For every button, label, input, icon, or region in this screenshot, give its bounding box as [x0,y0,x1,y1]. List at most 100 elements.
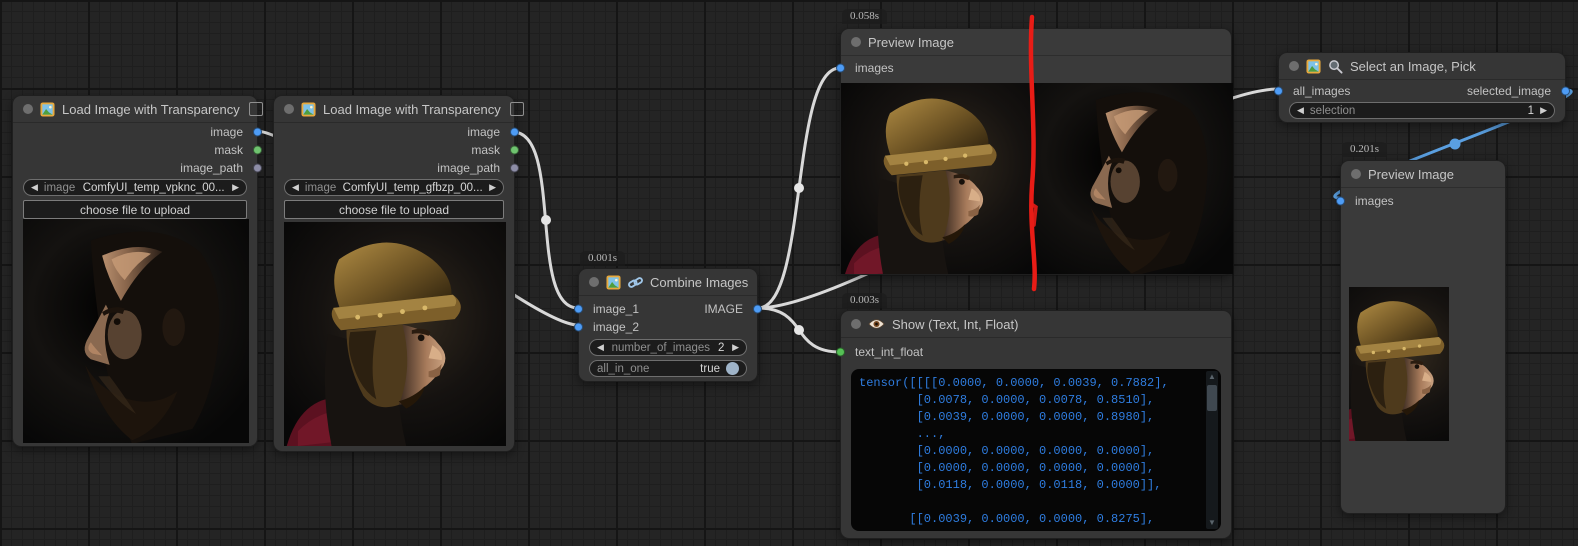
scrollbar-thumb[interactable] [1207,385,1217,411]
output-label: selected_image [1467,84,1565,98]
combo-value: ComfyUI_temp_gfbzp_00... [342,182,483,194]
output-port-selected-image[interactable] [1561,87,1570,96]
node-title: Preview Image [1368,167,1454,182]
soldier-portrait [841,83,1037,274]
wire-load2-image-to-combine-image1[interactable] [513,132,578,308]
combo-prev-icon[interactable]: ◀ [292,183,299,192]
widget-label: number_of_images [612,342,710,354]
node-preview-image-right[interactable]: Preview Image images [1340,160,1506,514]
output-label: image [210,125,257,139]
output-port-image-path[interactable] [253,164,262,173]
input-row-text-int-float: text_int_float [841,343,1231,361]
picture-icon [606,275,621,290]
collapse-dot[interactable] [1351,169,1361,179]
output-port-image[interactable] [253,128,262,137]
loaded-image-preview-1 [23,219,249,443]
choose-file-button[interactable]: choose file to upload [23,200,247,219]
node-load-image-2-header[interactable]: Load Image with Transparency [274,96,514,123]
output-port-image[interactable] [510,128,519,137]
combo-next-icon[interactable]: ▶ [232,183,239,192]
node-preview-image-top[interactable]: Preview Image images [840,28,1232,275]
port-row-1: image_1 IMAGE [579,300,757,318]
output-row-image: image [274,123,514,141]
stepper-prev-icon[interactable]: ◀ [597,343,604,352]
wire-combine-to-show-input[interactable] [758,308,840,352]
node-combine-images[interactable]: Combine Images image_1 IMAGE image_2 ◀ n… [578,268,758,382]
eye-icon [868,318,885,330]
title-checkbox[interactable] [249,102,263,116]
stepper-next-icon[interactable]: ▶ [732,343,739,352]
input-port-image1[interactable] [574,305,583,314]
node-load-image-2[interactable]: Load Image with Transparency image mask … [273,95,515,452]
collapse-dot[interactable] [284,104,294,114]
node-select-header[interactable]: Select an Image, Pick [1279,53,1565,80]
combo-label: image [305,182,336,194]
collapse-dot[interactable] [851,319,861,329]
node-preview-top-header[interactable]: Preview Image [841,29,1231,56]
node-combine-header[interactable]: Combine Images [579,269,757,296]
collapse-dot[interactable] [1289,61,1299,71]
node-title: Load Image with Transparency [323,102,501,117]
tensor-text: tensor([[[[0.0000, 0.0000, 0.0039, 0.788… [859,375,1201,531]
output-port-mask[interactable] [510,146,519,155]
toggle-knob[interactable] [726,362,739,375]
node-load-image-1-header[interactable]: Load Image with Transparency [13,96,257,123]
all-in-one-toggle-widget[interactable]: all_in_one true [589,360,747,377]
input-port-text-int-float[interactable] [836,348,845,357]
combo-value: ComfyUI_temp_vpknc_00... [81,182,226,194]
node-show-header[interactable]: Show (Text, Int, Float) [841,311,1231,338]
wire-combine-to-preview-images[interactable] [758,68,840,308]
node-load-image-1[interactable]: Load Image with Transparency image mask … [12,95,258,447]
scroll-up-icon[interactable]: ▲ [1206,371,1218,383]
output-port-image[interactable] [753,305,762,314]
execution-time-badge: 0.003s [842,293,887,308]
combo-prev-icon[interactable]: ◀ [31,183,38,192]
selection-widget[interactable]: ◀ selection 1 ▶ [1289,102,1555,119]
node-show-text-int-float[interactable]: Show (Text, Int, Float) text_int_float t… [840,310,1232,539]
output-label: image [467,125,514,139]
combo-next-icon[interactable]: ▶ [489,183,496,192]
stepper-prev-icon[interactable]: ◀ [1297,106,1304,115]
widget-value: 2 [718,342,724,354]
collapse-dot[interactable] [589,277,599,287]
output-label: mask [471,143,514,157]
widget-value: 1 [1528,105,1534,117]
node-title: Combine Images [650,275,748,290]
magnifier-icon [1328,59,1343,74]
textarea-scrollbar[interactable]: ▲ ▼ [1206,371,1218,529]
input-label: image_1 [579,302,639,316]
output-row-mask: mask [274,141,514,159]
port-row: all_images selected_image [1279,82,1565,100]
image-combo-widget[interactable]: ◀ image ComfyUI_temp_vpknc_00... ▶ [23,179,247,196]
output-row-mask: mask [13,141,257,159]
port-row-2: image_2 [579,318,757,336]
node-graph-canvas[interactable]: Load Image with Transparency image mask … [0,0,1578,546]
number-of-images-widget[interactable]: ◀ number_of_images 2 ▶ [589,339,747,356]
bearded-man-portrait [1037,83,1233,274]
loaded-image-preview-2 [284,222,506,446]
node-select-an-image[interactable]: Select an Image, Pick all_images selecte… [1278,52,1566,123]
node-title: Show (Text, Int, Float) [892,317,1018,332]
input-port-images[interactable] [836,64,845,73]
picture-icon [301,102,316,117]
stepper-next-icon[interactable]: ▶ [1540,106,1547,115]
input-port-images[interactable] [1336,197,1345,206]
node-title: Load Image with Transparency [62,102,240,117]
output-row-image-path: image_path [274,159,514,177]
scroll-down-icon[interactable]: ▼ [1206,517,1218,529]
output-port-mask[interactable] [253,146,262,155]
collapse-dot[interactable] [851,37,861,47]
title-checkbox[interactable] [510,102,524,116]
input-port-all-images[interactable] [1274,87,1283,96]
image-combo-widget[interactable]: ◀ image ComfyUI_temp_gfbzp_00... ▶ [284,179,504,196]
output-port-image-path[interactable] [510,164,519,173]
input-row-images: images [1341,192,1505,210]
tensor-output-textarea[interactable]: tensor([[[[0.0000, 0.0000, 0.0039, 0.788… [851,369,1221,531]
input-label: images [1341,194,1394,208]
widget-label: selection [1310,105,1355,117]
collapse-dot[interactable] [23,104,33,114]
input-port-image2[interactable] [574,323,583,332]
choose-file-button[interactable]: choose file to upload [284,200,504,219]
output-label: image_path [180,161,257,175]
node-preview-right-header[interactable]: Preview Image [1341,161,1505,188]
